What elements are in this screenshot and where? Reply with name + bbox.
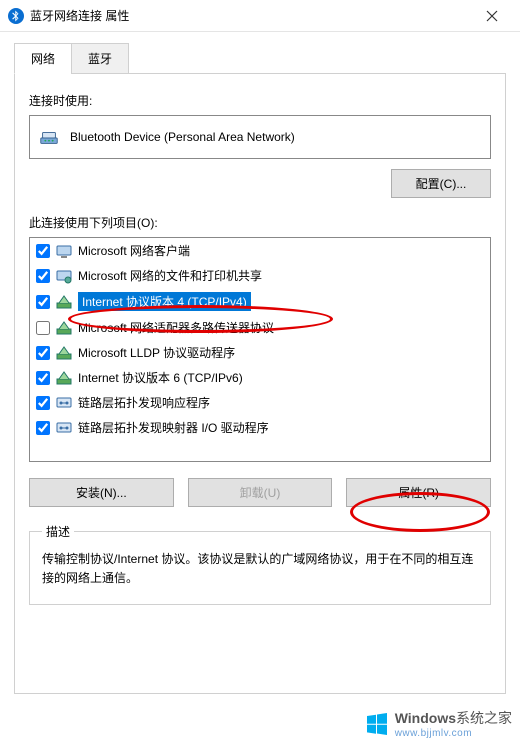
watermark-url: www.bjjmlv.com [395, 728, 512, 739]
list-item[interactable]: Microsoft 网络客户端 [30, 238, 490, 263]
list-item[interactable]: Internet 协议版本 4 (TCP/IPv4) [30, 288, 490, 315]
tab-bluetooth[interactable]: 蓝牙 [71, 43, 129, 74]
item-checkbox[interactable] [36, 371, 50, 385]
item-checkbox[interactable] [36, 321, 50, 335]
windows-logo-icon [365, 712, 389, 736]
description-text: 传输控制协议/Internet 协议。该协议是默认的广域网络协议，用于在不同的相… [42, 550, 478, 588]
device-name: Bluetooth Device (Personal Area Network) [70, 130, 295, 144]
properties-button[interactable]: 属性(R) [346, 478, 491, 507]
dialog-body: 网络 蓝牙 连接时使用: Bluetooth Device (Personal … [0, 32, 520, 708]
device-adapter-box: Bluetooth Device (Personal Area Network) [29, 115, 491, 159]
item-label: Microsoft 网络的文件和打印机共享 [78, 267, 262, 284]
share-icon [56, 268, 72, 284]
item-checkbox[interactable] [36, 269, 50, 283]
item-label: Internet 协议版本 4 (TCP/IPv4) [78, 292, 251, 311]
item-checkbox[interactable] [36, 244, 50, 258]
item-checkbox[interactable] [36, 346, 50, 360]
item-label: 链路层拓扑发现映射器 I/O 驱动程序 [78, 419, 269, 436]
connect-using-label: 连接时使用: [29, 92, 491, 109]
watermark-brand: Windows [395, 710, 456, 726]
bluetooth-icon [8, 8, 24, 24]
uninstall-button[interactable]: 卸载(U) [188, 478, 333, 507]
list-item[interactable]: Microsoft 网络的文件和打印机共享 [30, 263, 490, 288]
proto-icon [56, 345, 72, 361]
list-item[interactable]: Microsoft 网络适配器多路传送器协议 [30, 315, 490, 340]
description-legend: 描述 [42, 523, 74, 540]
tab-network[interactable]: 网络 [14, 43, 72, 74]
item-label: Internet 协议版本 6 (TCP/IPv6) [78, 369, 243, 386]
watermark: Windows系统之家 www.bjjmlv.com [365, 708, 512, 739]
adapter-icon [38, 126, 60, 148]
item-label: Microsoft 网络客户端 [78, 242, 190, 259]
items-label: 此连接使用下列项目(O): [29, 214, 491, 231]
client-icon [56, 243, 72, 259]
item-label: 链路层拓扑发现响应程序 [78, 394, 210, 411]
install-button[interactable]: 安装(N)... [29, 478, 174, 507]
tab-content: 连接时使用: Bluetooth Device (Personal Area N… [14, 74, 506, 694]
lltd-icon [56, 420, 72, 436]
proto-icon [56, 370, 72, 386]
network-items-list[interactable]: Microsoft 网络客户端 Microsoft 网络的文件和打印机共享 Inte… [29, 237, 491, 462]
item-checkbox[interactable] [36, 396, 50, 410]
titlebar: 蓝牙网络连接 属性 [0, 0, 520, 32]
description-group: 描述 传输控制协议/Internet 协议。该协议是默认的广域网络协议，用于在不… [29, 523, 491, 605]
list-item[interactable]: Internet 协议版本 6 (TCP/IPv6) [30, 365, 490, 390]
watermark-suffix: 系统之家 [456, 710, 512, 726]
proto-icon [56, 294, 72, 310]
window-title: 蓝牙网络连接 属性 [30, 7, 472, 24]
list-item[interactable]: Microsoft LLDP 协议驱动程序 [30, 340, 490, 365]
item-label: Microsoft 网络适配器多路传送器协议 [78, 319, 274, 336]
item-label: Microsoft LLDP 协议驱动程序 [78, 344, 235, 361]
item-checkbox[interactable] [36, 295, 50, 309]
configure-button[interactable]: 配置(C)... [391, 169, 491, 198]
list-item[interactable]: 链路层拓扑发现响应程序 [30, 390, 490, 415]
lltd-icon [56, 395, 72, 411]
list-item[interactable]: 链路层拓扑发现映射器 I/O 驱动程序 [30, 415, 490, 440]
item-checkbox[interactable] [36, 421, 50, 435]
tabs: 网络 蓝牙 [14, 42, 506, 74]
proto-icon [56, 320, 72, 336]
close-button[interactable] [472, 0, 512, 31]
